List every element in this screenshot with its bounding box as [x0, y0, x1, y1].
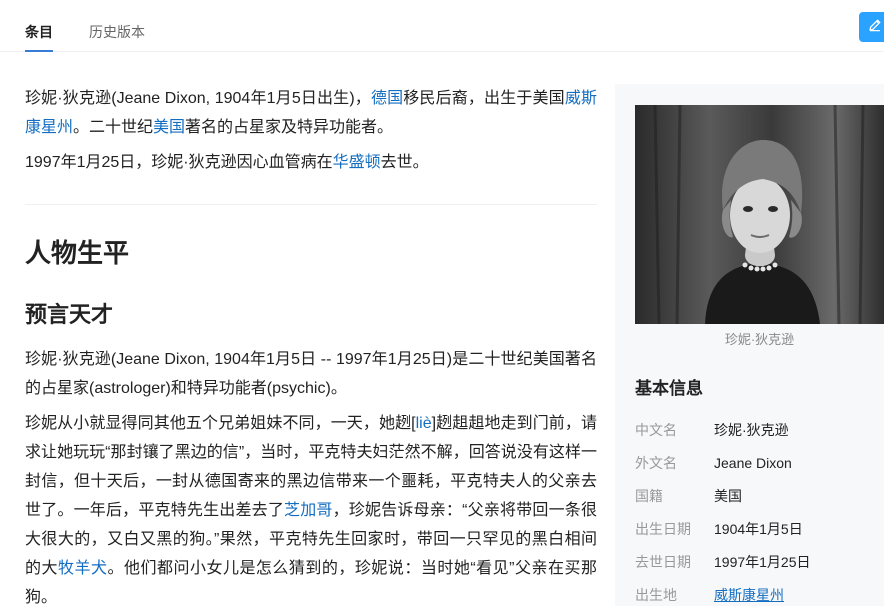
section-divider [25, 204, 597, 205]
info-value: 美国 [714, 488, 742, 504]
edit-button[interactable] [859, 12, 884, 42]
subsection-heading: 预言天才 [25, 302, 114, 328]
link-usa[interactable]: 美国 [153, 119, 185, 136]
pencil-icon [868, 18, 882, 37]
link-shepherd-dog[interactable]: 牧羊犬 [58, 560, 107, 577]
intro-text: 珍妮·狄克逊(Jeane Dixon, 1904年1月5日出生)， [25, 90, 371, 107]
intro-text: 去世。 [380, 154, 429, 171]
portrait-photo[interactable] [635, 105, 884, 324]
tab-history[interactable]: 历史版本 [89, 22, 145, 42]
intro-text: 移民后裔，出生于美国 [403, 90, 565, 107]
info-sidebar: 珍妮·狄克逊 基本信息 中文名 珍妮·狄克逊 外文名 Jeane Dixon 国… [615, 84, 884, 606]
intro-text: 1997年1月25日，珍妮·狄克逊因心血管病在 [25, 154, 333, 171]
link-washington[interactable]: 华盛顿 [333, 154, 381, 171]
tab-entry[interactable]: 条目 [25, 22, 53, 52]
birthplace-link[interactable]: 威斯康星州 [714, 585, 884, 605]
info-value: 珍妮·狄克逊 [714, 422, 789, 438]
link-chicago[interactable]: 芝加哥 [284, 502, 333, 519]
intro-text: 著名的占星家及特异功能者。 [185, 119, 394, 136]
photo-caption: 珍妮·狄克逊 [724, 332, 795, 347]
biography-paragraph-2: 珍妮从小就显得同其他五个兄弟姐妹不同，一天，她趔[liè]趔趄趄地走到门前，请求… [25, 409, 597, 606]
info-key: 去世日期 [635, 554, 691, 570]
info-key: 国籍 [635, 488, 663, 504]
info-title: 基本信息 [635, 379, 703, 399]
intro-paragraph-2: 1997年1月25日，珍妮·狄克逊因心血管病在华盛顿去世。 [25, 148, 597, 177]
info-key: 中文名 [635, 422, 677, 438]
info-value: 1997年1月25日 [714, 554, 811, 570]
body-text: 。他们都问小女儿是怎么猜到的，珍妮说：当时她“看见”父亲在买那狗。 [25, 560, 597, 606]
body-text: 珍妮从小就显得同其他五个兄弟姐妹不同，一天，她趔[ [25, 415, 416, 432]
biography-paragraph-1: 珍妮·狄克逊(Jeane Dixon, 1904年1月5日 -- 1997年1月… [25, 351, 597, 397]
pinyin-link[interactable]: liè [416, 415, 432, 432]
intro-paragraph-1: 珍妮·狄克逊(Jeane Dixon, 1904年1月5日出生)，德国移民后裔，… [25, 84, 597, 142]
link-germany[interactable]: 德国 [371, 90, 403, 107]
info-key: 外文名 [635, 455, 677, 471]
info-value: Jeane Dixon [714, 455, 792, 471]
intro-section: 珍妮·狄克逊(Jeane Dixon, 1904年1月5日出生)，德国移民后裔，… [25, 84, 597, 177]
info-value: 1904年1月5日 [714, 521, 803, 537]
info-key: 出生日期 [635, 521, 691, 537]
intro-text: 。二十世纪 [73, 119, 154, 136]
biography-section: 珍妮·狄克逊(Jeane Dixon, 1904年1月5日 -- 1997年1月… [25, 345, 597, 606]
section-heading: 人物生平 [25, 239, 130, 269]
info-key: 出生地 [635, 587, 677, 603]
tab-bar: 条目 历史版本 [0, 0, 884, 52]
